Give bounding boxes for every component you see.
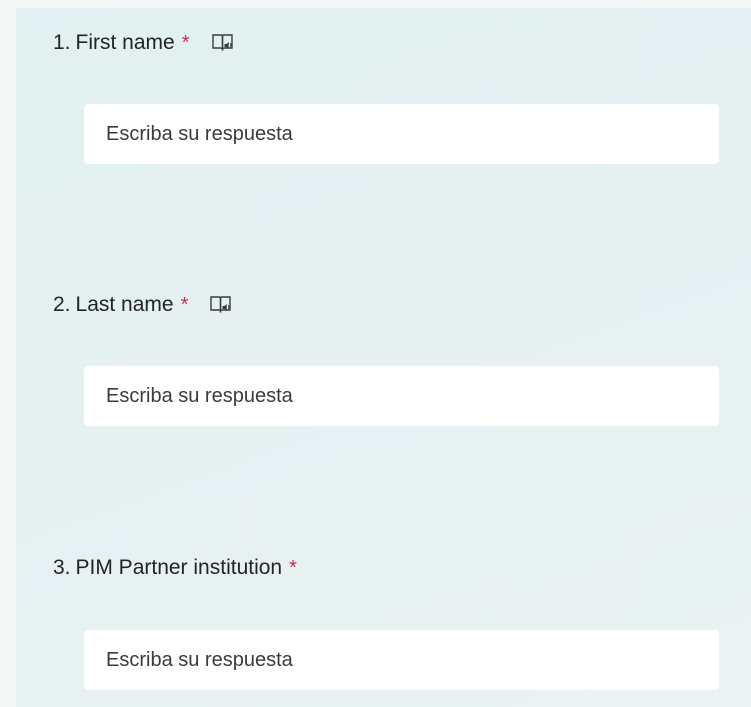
required-asterisk: * [289, 556, 297, 579]
question-number: 3. [53, 556, 71, 579]
required-asterisk: * [181, 31, 190, 54]
question-title: 2. Last name * [53, 290, 234, 320]
immersive-reader-icon[interactable] [208, 292, 234, 318]
required-asterisk: * [180, 293, 189, 316]
question-label: PIM Partner institution [75, 556, 283, 579]
question-title: 3. PIM Partner institution * [53, 553, 297, 583]
partner-institution-input[interactable] [84, 630, 719, 690]
question-title: 1. First name * [53, 28, 236, 58]
form-body: 1. First name * 2. Last name * [16, 8, 751, 707]
question-label: First name [75, 31, 175, 54]
question-number: 2. [53, 293, 71, 316]
first-name-input[interactable] [84, 104, 719, 164]
question-number: 1. [53, 31, 71, 54]
immersive-reader-icon[interactable] [210, 30, 236, 56]
question-label: Last name [75, 293, 174, 316]
last-name-input[interactable] [84, 366, 719, 426]
